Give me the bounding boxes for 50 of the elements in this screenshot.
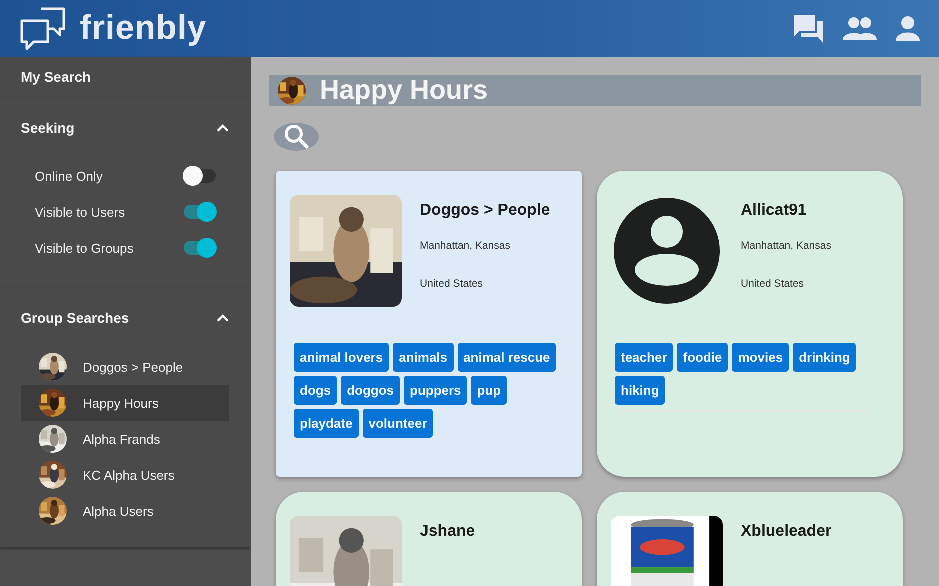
card-name: Jshane [420,523,476,541]
sidebar-heading: My Search [21,69,92,85]
interest-tag: foodie [677,343,728,372]
toggle-label: Visible to Groups [35,240,134,256]
card-name: Allicat91 [741,202,808,220]
interest-tag: animal rescue [458,343,556,372]
collapse-caret-icon[interactable] [217,314,229,322]
chat-bubbles-logo-icon [20,6,66,52]
card-name: Xblueleader [741,523,832,541]
sidebar-heading: Group Searches [21,310,130,326]
interest-tag: teacher [615,343,674,372]
profile-icon[interactable] [895,16,921,42]
app-logo-text: frienbly [80,9,207,48]
card-name: Doggos > People [420,202,550,220]
toggle-label: Visible to Users [35,204,126,220]
toggle-label: Online Only [35,168,103,184]
toggle-switch[interactable] [184,169,216,183]
card-location: Manhattan, Kansas [420,240,512,252]
interest-tag: movies [732,343,790,372]
interest-tag: volunteer [362,409,434,438]
interest-tag: animal lovers [294,343,390,372]
people-icon[interactable] [843,16,877,40]
group-search-item[interactable]: KC Alpha Users [21,457,229,493]
avatar-placeholder-icon [611,195,723,307]
interest-tag: animals [393,343,454,372]
card-location: Manhattan, Kansas [741,240,832,252]
profile-card[interactable]: Xblueleader [597,492,903,586]
messages-icon[interactable] [793,14,825,44]
interest-tag: doggos [341,376,400,405]
group-search-item[interactable]: Doggos > People [21,349,229,385]
interest-tag: pup [471,376,508,405]
group-search-item[interactable]: Alpha Frands [21,421,229,457]
interest-tag: puppers [404,376,468,405]
profile-card[interactable]: Allicat91 Manhattan, Kansas United States teacher foodie movies drinking hiking [597,171,903,477]
interest-tag: dogs [294,376,338,405]
group-search-item[interactable]: Happy Hours [21,385,229,421]
page-title: Happy Hours [320,75,488,106]
interest-tag: hiking [615,376,666,405]
toggle-switch[interactable] [184,205,216,219]
card-country: United States [420,278,484,290]
search-button[interactable] [274,123,319,151]
interest-tag: drinking [793,343,856,372]
card-country: United States [741,278,806,290]
sidebar-heading: Seeking [21,120,75,136]
interest-tag: playdate [294,409,359,438]
profile-card[interactable]: Jshane [276,492,582,586]
group-search-item[interactable]: Alpha Users [21,493,229,529]
toggle-switch[interactable] [184,241,216,255]
profile-card[interactable]: Doggos > People Manhattan, Kansas United States animal lovers animals animal rescue dogs doggos puppers pup playdate volunteer [276,171,582,477]
collapse-caret-icon[interactable] [217,124,229,132]
